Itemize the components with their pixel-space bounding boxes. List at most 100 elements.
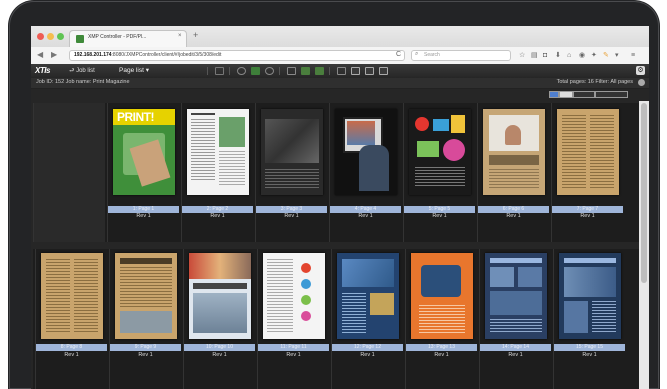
- page-thumbnail[interactable]: [335, 109, 397, 195]
- page-cell[interactable]: 4: Page 4 Rev 1: [329, 103, 401, 242]
- view-large-button[interactable]: [595, 91, 628, 98]
- view-toggle: [549, 91, 628, 98]
- page-cell[interactable]: 13: Page 13 Rev 1: [405, 249, 477, 389]
- page-label-bar: 3: Page 3: [256, 206, 327, 213]
- page-cell[interactable]: 3: Page 3 Rev 1: [255, 103, 327, 242]
- back-arrow-icon[interactable]: ◀: [37, 49, 43, 61]
- page-label-bar: 2: Page 2: [182, 206, 253, 213]
- page-thumbnail[interactable]: [187, 109, 249, 195]
- page-label-bar: 13: Page 13: [406, 344, 477, 351]
- download-icon[interactable]: ⬇: [555, 51, 561, 60]
- page-cell[interactable]: 2: Page 2 Rev 1: [181, 103, 253, 242]
- page-cell[interactable]: 15: Page 15 Rev 1: [553, 249, 625, 389]
- download-tool-icon[interactable]: [337, 67, 346, 75]
- hamburger-menu-icon[interactable]: ≡: [631, 51, 635, 60]
- page-revision: Rev 1: [358, 213, 373, 219]
- job-list-button[interactable]: ⮐ Job list: [69, 66, 95, 76]
- toolbar-separator: [279, 67, 280, 75]
- page-cell[interactable]: 12: Page 12 Rev 1: [331, 249, 403, 389]
- job-list-label: Job list: [76, 68, 95, 74]
- url-path: :8080/JXMPController/client/#/jobedit/3/…: [111, 52, 222, 58]
- replace-tool-icon[interactable]: [315, 67, 324, 75]
- page-label-bar: 12: Page 12: [332, 344, 403, 351]
- move-tool-icon[interactable]: [351, 67, 360, 75]
- page-thumbnail[interactable]: PRINT!: [113, 109, 175, 195]
- pocket-icon[interactable]: ◘: [543, 51, 547, 60]
- reading-list-icon[interactable]: ▤: [531, 51, 538, 60]
- page-cell[interactable]: PRINT! 1: Page 1 Rev 1: [107, 103, 179, 242]
- view-grid-small-button[interactable]: [549, 91, 559, 98]
- page-label-bar: 7: Page 7: [552, 206, 623, 213]
- forward-arrow-icon[interactable]: ▶: [51, 49, 57, 61]
- page-revision: Rev 1: [212, 352, 227, 358]
- vertical-scrollbar[interactable]: [639, 101, 649, 389]
- page-cell[interactable]: 7: Page 7 Rev 1: [551, 103, 623, 242]
- page-revision: Rev 1: [508, 352, 523, 358]
- page-thumbnail[interactable]: [115, 253, 177, 339]
- page-thumbnail[interactable]: [411, 253, 473, 339]
- page-thumbnail[interactable]: [485, 253, 547, 339]
- edit-tool-icon[interactable]: [215, 67, 224, 75]
- page-cell[interactable]: 11: Page 11 Rev 1: [257, 249, 329, 389]
- new-tab-button[interactable]: +: [193, 31, 198, 40]
- empty-slot: [33, 103, 105, 242]
- page-label: 2: Page 2: [206, 206, 229, 212]
- page-label-bar: 14: Page 14: [480, 344, 551, 351]
- maximize-window-icon[interactable]: [57, 33, 64, 40]
- url-text: 192.168.201.174:8080/JXMPController/clie…: [74, 52, 221, 58]
- sync-icon[interactable]: ◉: [579, 51, 585, 60]
- settings-gear-icon[interactable]: ⚙: [636, 66, 645, 75]
- page-label-bar: 10: Page 10: [184, 344, 255, 351]
- page-thumbnail[interactable]: [41, 253, 103, 339]
- merge-tool-icon[interactable]: [379, 67, 388, 75]
- star-icon[interactable]: ☆: [519, 51, 525, 60]
- browser-tab[interactable]: XMP Controller - PDF/Pl... ×: [69, 30, 187, 47]
- screen: XMP Controller - PDF/Pl... × + ◀ ▶ 192.1…: [31, 26, 649, 389]
- extension-icon[interactable]: ✦: [591, 51, 597, 60]
- close-window-icon[interactable]: [37, 33, 44, 40]
- toolbar-separator: [329, 67, 330, 75]
- page-label: 8: Page 8: [60, 344, 83, 350]
- reject-tool-icon[interactable]: [265, 67, 274, 75]
- search-icon: ⌕: [415, 51, 419, 57]
- pen-extension-icon[interactable]: ✎: [603, 51, 609, 60]
- view-grid-medium-button[interactable]: [559, 91, 573, 98]
- tab-close-icon[interactable]: ×: [178, 33, 182, 39]
- page-thumbnail[interactable]: [337, 253, 399, 339]
- page-label: 5: Page 5: [428, 206, 451, 212]
- page-thumbnail[interactable]: [483, 109, 545, 195]
- pen-tool-icon[interactable]: [287, 67, 296, 75]
- page-cell[interactable]: 9: Page 9 Rev 1: [109, 249, 181, 389]
- search-input[interactable]: ⌕ Search: [411, 50, 511, 61]
- approve-tool-icon[interactable]: [237, 67, 246, 75]
- address-bar[interactable]: 192.168.201.174:8080/JXMPController/clie…: [69, 50, 405, 61]
- overflow-icon[interactable]: ▾: [615, 51, 619, 60]
- info-icon[interactable]: [638, 79, 645, 86]
- page-thumbnail[interactable]: [189, 253, 251, 339]
- page-revision: Rev 1: [506, 213, 521, 219]
- page-cell[interactable]: 6: Page 6 Rev 1: [477, 103, 549, 242]
- page-label: 4: Page 4: [354, 206, 377, 212]
- page-thumbnail[interactable]: [263, 253, 325, 339]
- scrollbar-thumb[interactable]: [641, 103, 647, 283]
- page-label: 7: Page 7: [576, 206, 599, 212]
- page-thumbnail[interactable]: [559, 253, 621, 339]
- minimize-window-icon[interactable]: [47, 33, 54, 40]
- view-spread-button[interactable]: [573, 91, 595, 98]
- approve-green-icon[interactable]: [251, 67, 260, 75]
- page-thumbnail[interactable]: [557, 109, 619, 195]
- page-cell[interactable]: 5: Page 5 Rev 1: [403, 103, 475, 242]
- page-thumbnail[interactable]: [261, 109, 323, 195]
- page-cell[interactable]: 8: Page 8 Rev 1: [35, 249, 107, 389]
- page-cell[interactable]: 14: Page 14 Rev 1: [479, 249, 551, 389]
- page-cell[interactable]: 10: Page 10 Rev 1: [183, 249, 255, 389]
- reload-icon[interactable]: C: [396, 51, 401, 58]
- page-label: 1: Page 1: [132, 206, 155, 212]
- page-revision: Rev 1: [432, 213, 447, 219]
- page-thumbnail[interactable]: [409, 109, 471, 195]
- page-list-dropdown[interactable]: Page list ▾: [119, 66, 149, 74]
- page-label-bar: 1: Page 1: [108, 206, 179, 213]
- home-icon[interactable]: ⌂: [567, 51, 571, 60]
- split-tool-icon[interactable]: [365, 67, 374, 75]
- upload-tool-icon[interactable]: [301, 67, 310, 75]
